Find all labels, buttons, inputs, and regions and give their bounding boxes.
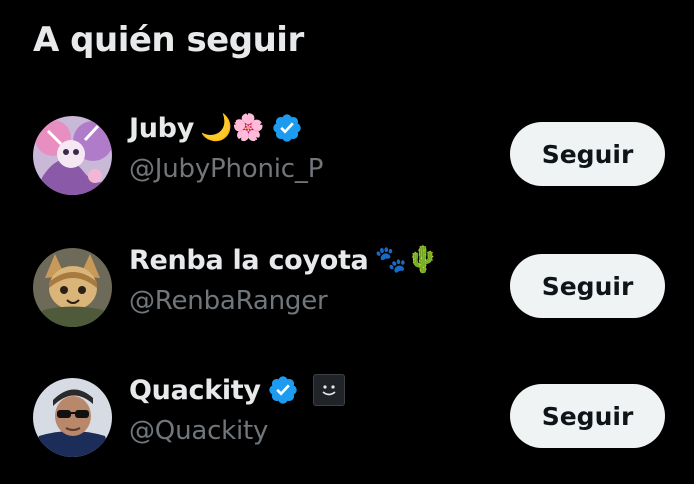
who-to-follow-panel: A quién seguir Juby 🌙🌸 @JubyPhonic_P Seg… bbox=[0, 0, 694, 484]
smiley-badge-icon[interactable] bbox=[312, 374, 345, 406]
follow-button[interactable]: Seguir bbox=[510, 384, 665, 448]
panel-title: A quién seguir bbox=[33, 20, 304, 60]
juby-avatar-image bbox=[33, 116, 112, 195]
verified-badge-icon[interactable] bbox=[271, 112, 303, 144]
name-line: Quackity bbox=[129, 370, 345, 410]
display-name[interactable]: Quackity bbox=[129, 375, 261, 406]
verified-badge-icon[interactable] bbox=[267, 374, 299, 406]
follow-button[interactable]: Seguir bbox=[510, 122, 665, 186]
user-handle[interactable]: @Quackity bbox=[129, 416, 268, 446]
avatar[interactable] bbox=[33, 116, 112, 195]
suggestion-row-juby[interactable]: Juby 🌙🌸 @JubyPhonic_P Seguir bbox=[0, 104, 694, 204]
suggestion-row-quackity[interactable]: Quackity @Quackity Seguir bbox=[0, 366, 694, 466]
user-handle[interactable]: @JubyPhonic_P bbox=[129, 154, 323, 184]
user-handle[interactable]: @RenbaRanger bbox=[129, 286, 328, 316]
avatar[interactable] bbox=[33, 248, 112, 327]
name-emoji: 🌙🌸 bbox=[200, 113, 265, 143]
name-line: Juby 🌙🌸 bbox=[129, 108, 303, 148]
renba-avatar-image bbox=[33, 248, 112, 327]
quackity-avatar-image bbox=[33, 378, 112, 457]
follow-button[interactable]: Seguir bbox=[510, 254, 665, 318]
name-line: Renba la coyota 🐾🌵 bbox=[129, 240, 439, 280]
avatar[interactable] bbox=[33, 378, 112, 457]
name-emoji: 🐾🌵 bbox=[374, 245, 440, 275]
suggestion-row-renba[interactable]: Renba la coyota 🐾🌵 @RenbaRanger Seguir bbox=[0, 236, 694, 336]
display-name[interactable]: Renba la coyota bbox=[129, 245, 369, 276]
display-name[interactable]: Juby bbox=[129, 113, 194, 144]
